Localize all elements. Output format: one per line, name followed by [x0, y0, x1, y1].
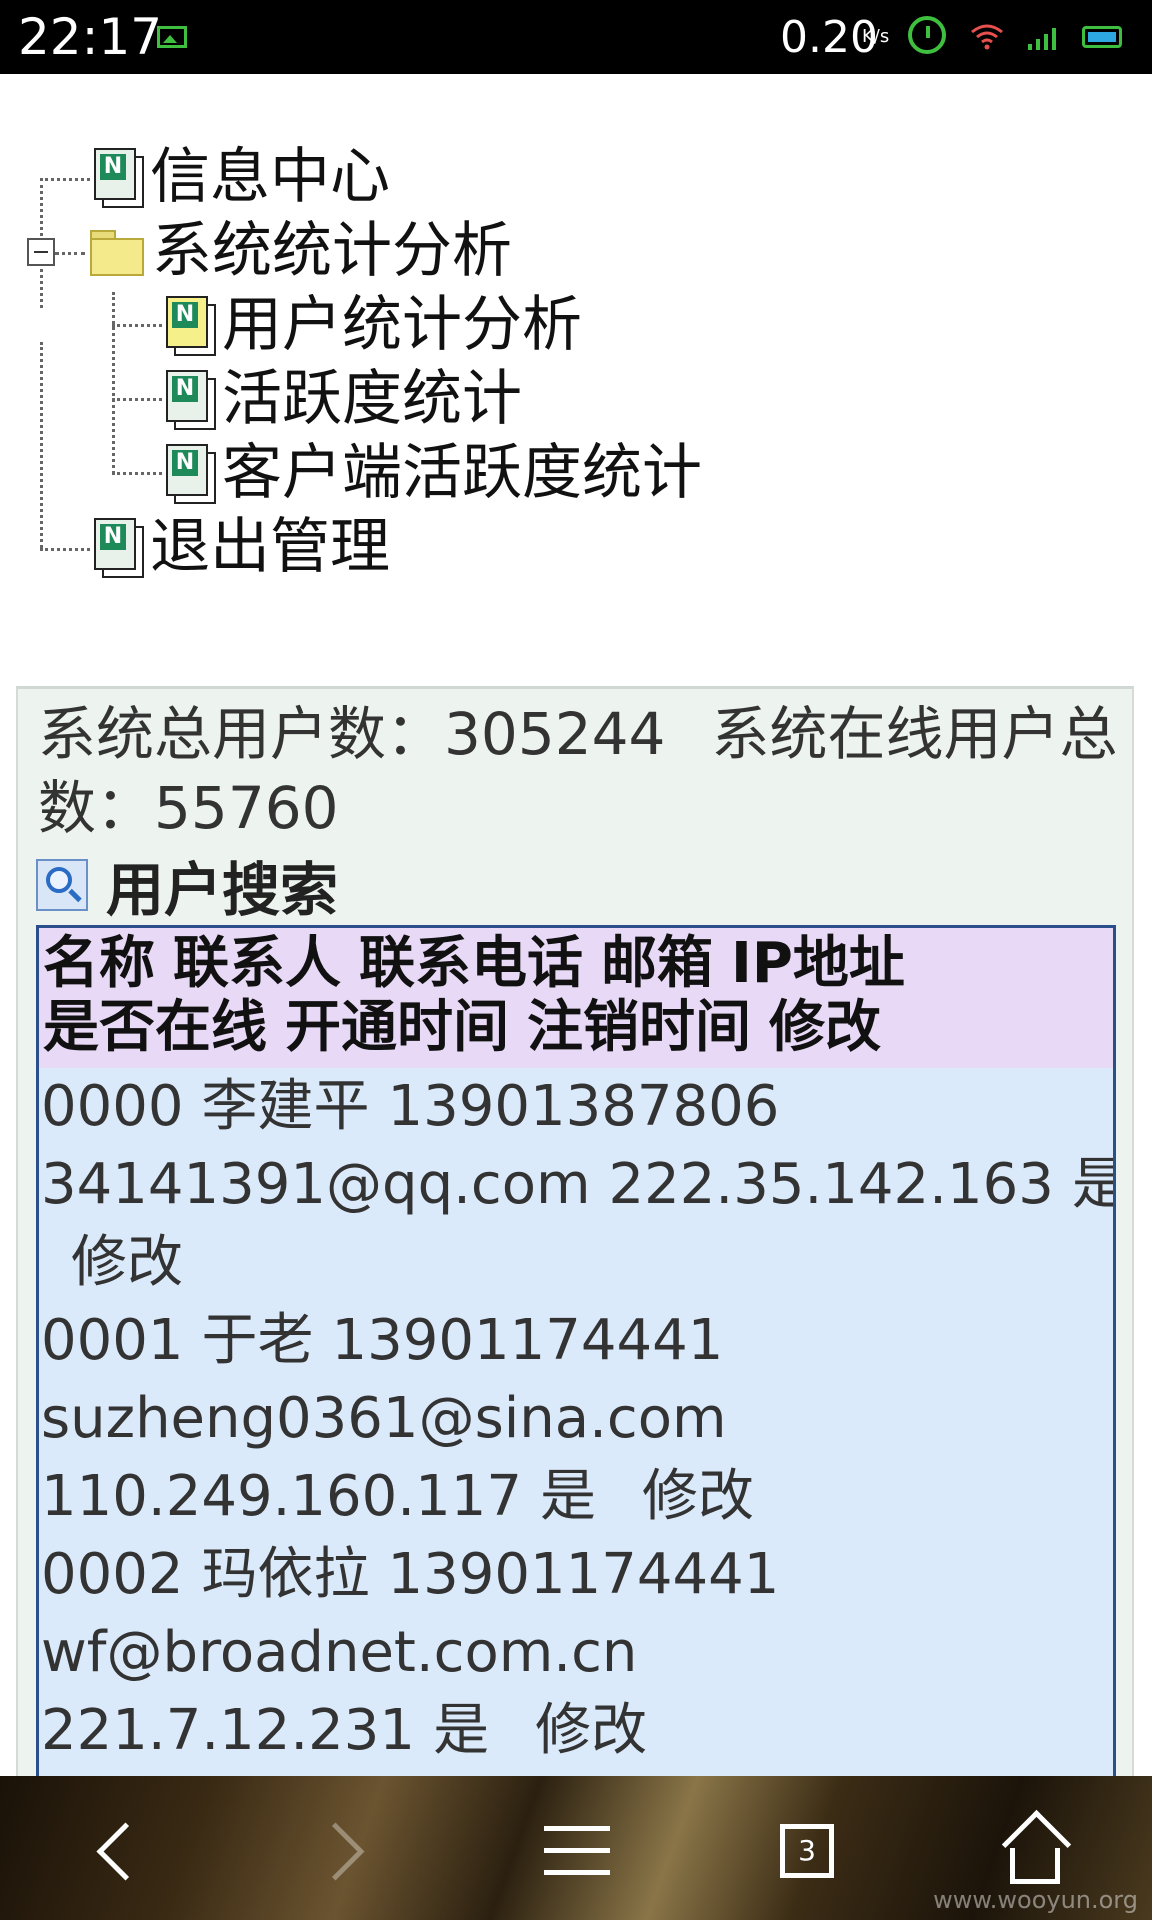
tree-item-label: 活跃度统计	[222, 364, 522, 434]
tabs-icon[interactable]: 3	[762, 1806, 852, 1896]
column-header: 邮箱	[601, 931, 713, 996]
cell-online: 是	[433, 1698, 490, 1763]
column-header: 联系电话	[359, 931, 583, 996]
image-notification-icon	[157, 26, 187, 48]
tree-item-system-stats[interactable]: 系统统计分析	[88, 216, 512, 286]
cell-phone: 13901174441	[387, 1542, 780, 1607]
column-header: 是否在线	[43, 995, 267, 1060]
column-header: 联系人	[173, 931, 341, 996]
edit-link[interactable]: 修改	[535, 1698, 647, 1763]
tree-item-info-center[interactable]: N 信息中心	[92, 142, 390, 212]
column-header: 开通时间	[285, 995, 509, 1060]
clock: 22:17	[18, 8, 163, 66]
cell-name: 0000	[41, 1074, 184, 1139]
folder-icon	[88, 226, 144, 276]
browser-nav-bar: 3 www.wooyun.org	[0, 1776, 1152, 1920]
tree-item-user-stats[interactable]: N 用户统计分析	[164, 290, 582, 360]
search-title: 用户搜索	[106, 856, 339, 924]
tree-connector	[40, 178, 90, 181]
document-icon: N	[164, 296, 216, 356]
home-icon[interactable]	[990, 1806, 1080, 1896]
online-users-value: 55760	[154, 774, 339, 842]
document-icon: N	[92, 148, 144, 208]
cell-ip: 110.249.160.117	[41, 1464, 522, 1529]
tree-connector	[112, 472, 162, 475]
battery-icon	[1082, 26, 1122, 48]
tree-item-label: 用户统计分析	[222, 290, 582, 360]
back-icon[interactable]	[70, 1806, 160, 1896]
cell-email: 34141391@qq.com	[41, 1152, 591, 1217]
tree-connector	[40, 548, 90, 551]
tab-count: 3	[780, 1824, 834, 1878]
cell-contact: 玛依拉	[201, 1542, 370, 1607]
tree-item-client-activity-stats[interactable]: N 客户端活跃度统计	[164, 438, 702, 508]
cell-online: 是	[539, 1464, 596, 1529]
column-header: 注销时间	[527, 995, 751, 1060]
tree-item-label: 系统统计分析	[152, 216, 512, 286]
user-table: 名称 联系人 联系电话 邮箱 IP地址 是否在线 开通时间 注销时间 修改 0000 李建平 13…	[36, 925, 1116, 1776]
column-header: 修改	[769, 995, 881, 1060]
watermark: www.wooyun.org	[933, 1886, 1138, 1914]
tree-item-label: 退出管理	[150, 512, 390, 582]
status-bar: 22:17 0.20 K/s	[0, 0, 1152, 74]
user-stats: 系统总用户数：305244 系统在线用户总数：55760	[38, 697, 1118, 845]
table-row: 0000 李建平 13901387806 34141391@qq.com 222.35…	[39, 1068, 1113, 1302]
network-speed-unit: K/s	[862, 26, 890, 47]
cell-email: wf@broadnet.com.cn	[41, 1620, 638, 1685]
signal-icon	[1028, 28, 1056, 50]
alarm-icon	[908, 16, 946, 54]
cell-name: 0002	[41, 1542, 184, 1607]
table-row: 0001 于老 13901174441 suzheng0361@sina.com 1…	[39, 1302, 1113, 1536]
tree-item-logout[interactable]: N 退出管理	[92, 512, 390, 582]
tree-item-label: 信息中心	[150, 142, 390, 212]
menu-icon[interactable]	[532, 1806, 622, 1896]
cell-email: suzheng0361@sina.com	[41, 1386, 727, 1451]
document-icon: N	[92, 518, 144, 578]
wifi-icon	[971, 24, 1003, 50]
cell-contact: 于老	[201, 1308, 314, 1373]
tree-connector	[112, 324, 162, 327]
cell-ip: 222.35.142.163	[608, 1152, 1054, 1217]
edit-link[interactable]: 修改	[642, 1464, 754, 1529]
tree-connector	[112, 292, 115, 474]
cell-ip: 221.7.12.231	[41, 1698, 416, 1763]
document-icon: N	[164, 444, 216, 504]
cell-name: 0001	[41, 1308, 184, 1373]
edit-link[interactable]: 修改	[71, 1230, 183, 1295]
tree-connector	[40, 342, 43, 548]
cell-phone: 13901174441	[331, 1308, 724, 1373]
document-icon: N	[164, 370, 216, 430]
total-users-value: 305244	[444, 700, 666, 768]
user-search-link[interactable]: 用户搜索	[36, 849, 338, 924]
table-row: 0002 玛依拉 13901174441 wf@broadnet.com.cn 22…	[39, 1536, 1113, 1770]
collapse-toggle-icon[interactable]	[27, 238, 55, 266]
tree-item-label: 客户端活跃度统计	[222, 438, 702, 508]
tree-connector	[55, 252, 85, 255]
column-header: 名称	[43, 931, 155, 996]
tree-connector	[112, 398, 162, 401]
table-header: 名称 联系人 联系电话 邮箱 IP地址 是否在线 开通时间 注销时间 修改	[39, 928, 1113, 1068]
cell-online: 是	[1072, 1152, 1113, 1217]
column-header: IP地址	[731, 931, 905, 996]
cell-phone: 13901387806	[387, 1074, 780, 1139]
navigation-tree: N 信息中心 系统统计分析 N 用户统计分析 N 活跃度统计 N 客户端活跃度统…	[0, 74, 1152, 684]
total-users-label: 系统总用户数：	[38, 700, 445, 768]
cell-contact: 李建平	[201, 1074, 370, 1139]
content-panel: 系统总用户数：305244 系统在线用户总数：55760 用户搜索 名称 联系人 联系…	[16, 686, 1134, 1776]
tree-item-activity-stats[interactable]: N 活跃度统计	[164, 364, 522, 434]
search-icon	[36, 859, 88, 911]
forward-icon[interactable]	[300, 1806, 390, 1896]
